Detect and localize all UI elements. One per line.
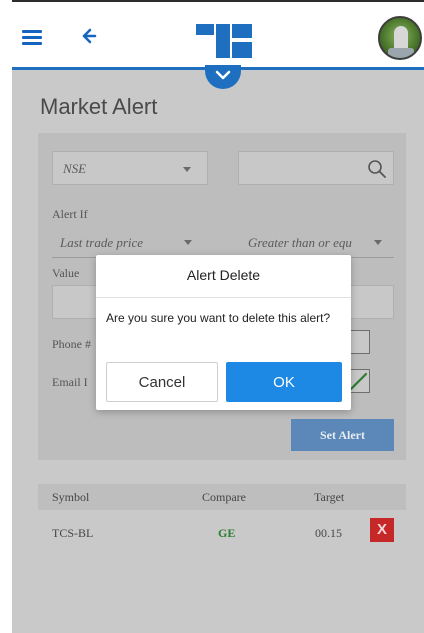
condition-select[interactable]: Greater than or equ (238, 224, 394, 258)
alerts-table-header: Symbol Compare Target (38, 484, 406, 510)
alert-if-label: Alert If (52, 207, 88, 221)
alert-if-value: Last trade price (60, 235, 144, 250)
dialog-title: Alert Delete (186, 267, 261, 283)
alert-delete-dialog: Alert Delete Are you sure you want to de… (96, 255, 351, 410)
condition-value: Greater than or equ (248, 235, 352, 250)
page-title: Market Alert (40, 94, 158, 119)
dialog-message: Are you sure you want to delete this ale… (106, 311, 331, 325)
column-header-compare: Compare (202, 490, 246, 504)
set-alert-button[interactable]: Set Alert (291, 419, 394, 451)
column-header-symbol: Symbol (52, 490, 90, 504)
row-target: 00.15 (315, 526, 342, 540)
chevron-down-icon (184, 240, 192, 245)
exchange-value: NSE (63, 161, 87, 176)
chevron-down-icon (215, 70, 231, 80)
hamburger-menu-icon[interactable] (22, 30, 42, 45)
row-symbol: TCS-BL (52, 526, 94, 540)
dialog-divider (96, 297, 351, 298)
row-compare: GE (218, 526, 236, 540)
value-label: Value (52, 266, 80, 280)
chevron-down-icon (183, 167, 191, 172)
email-label: Email I (52, 375, 88, 389)
exchange-select[interactable]: NSE (52, 151, 208, 185)
app-logo (196, 24, 252, 58)
alert-if-select[interactable]: Last trade price (52, 224, 208, 258)
cancel-button[interactable]: Cancel (106, 362, 218, 402)
chevron-down-icon (374, 240, 382, 245)
phone-label: Phone # (52, 337, 91, 351)
back-arrow-icon[interactable] (76, 24, 100, 48)
search-icon[interactable] (367, 159, 387, 179)
column-header-target: Target (314, 490, 345, 504)
avatar-base (388, 48, 414, 58)
ok-button[interactable]: OK (226, 362, 342, 402)
symbol-search-input[interactable] (238, 151, 394, 185)
delete-alert-button[interactable]: X (370, 518, 394, 542)
check-icon (349, 372, 367, 390)
user-avatar[interactable] (378, 16, 422, 60)
